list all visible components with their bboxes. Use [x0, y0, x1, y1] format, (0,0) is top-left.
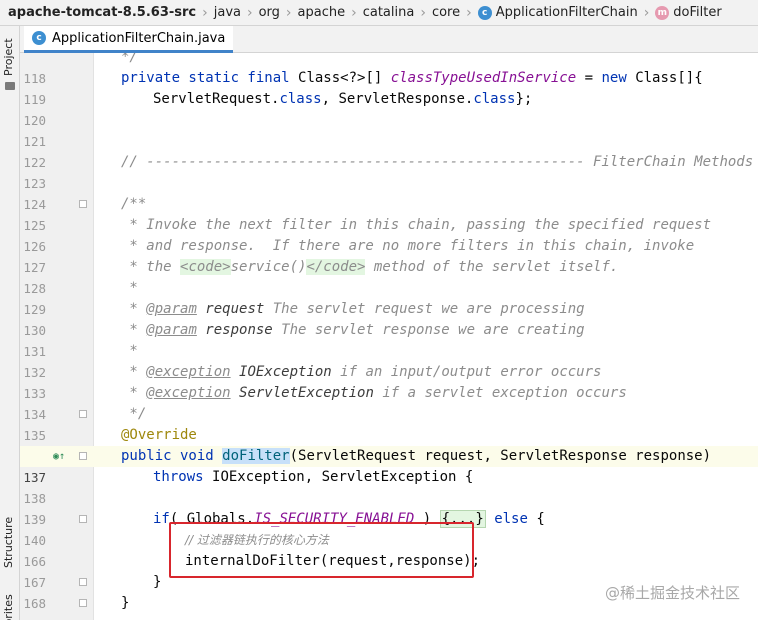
fold-toggle-icon[interactable] — [79, 410, 87, 418]
code-line: 123 // ---------------------------------… — [20, 152, 758, 191]
code-line: 124 — [20, 173, 758, 212]
fold-toggle-icon[interactable] — [79, 452, 87, 460]
folded-code-region[interactable]: {...} — [439, 510, 486, 528]
fold-toggle-icon[interactable] — [79, 599, 87, 607]
project-tool-button[interactable]: Project — [2, 38, 15, 76]
class-icon: c — [477, 5, 492, 20]
method-icon: m — [655, 5, 670, 20]
code-line: 121 — [20, 110, 758, 149]
code-line: 127 * and response. If there are no more… — [20, 236, 758, 275]
line-number: 169 — [20, 614, 46, 620]
code-line: 134 * @exception ServletException if a s… — [20, 383, 758, 422]
breadcrumb-item-method[interactable]: m doFilter — [655, 5, 722, 20]
code-line: 140 if( Globals.IS_SECURITY_ENABLED ) {.… — [20, 509, 758, 548]
code-line: 125 /** — [20, 194, 758, 233]
code-line: 166 // 过滤器链执行的核心方法 — [20, 530, 758, 569]
tool-window-stripe: Project Structure Favorites — [0, 26, 20, 620]
chevron-right-icon: › — [420, 4, 426, 21]
chevron-right-icon: › — [246, 4, 253, 21]
folder-icon — [5, 82, 15, 90]
code-line: 122 — [20, 131, 758, 170]
fold-toggle-icon[interactable] — [79, 200, 87, 208]
code-line: 135 */ — [20, 404, 758, 443]
code-line: 120 ServletRequest.class, ServletRespons… — [20, 89, 758, 128]
code-editor[interactable]: 118 */ 119 private static final Class<?>… — [20, 53, 758, 620]
code-line: 129 * — [20, 278, 758, 317]
breadcrumb-item-class[interactable]: c ApplicationFilterChain — [477, 5, 638, 20]
code-line: 136 @Override — [20, 425, 758, 464]
structure-tool-button[interactable]: Structure — [2, 517, 15, 568]
tab-application-filter-chain[interactable]: c ApplicationFilterChain.java — [24, 26, 234, 53]
fold-toggle-icon[interactable] — [79, 578, 87, 586]
code-line: 130 * @param request The servlet request… — [20, 299, 758, 338]
code-line: 167 internalDoFilter(request,response); — [20, 551, 758, 590]
code-line: 139 — [20, 488, 758, 527]
class-icon: c — [32, 31, 46, 45]
favorites-tool-button[interactable]: Favorites — [2, 594, 15, 620]
implements-method-icon[interactable]: ◉↑ — [53, 451, 65, 462]
breadcrumb-item-apache[interactable]: apache — [298, 5, 346, 20]
breadcrumb-item-project[interactable]: apache-tomcat-8.5.63-src — [8, 5, 196, 20]
code-line: 138 throws IOException, ServletException… — [20, 467, 758, 506]
breadcrumb-item-org[interactable]: org — [259, 5, 280, 20]
chevron-right-icon: › — [643, 4, 650, 21]
fold-toggle-icon[interactable] — [79, 515, 87, 523]
breadcrumb: apache-tomcat-8.5.63-src › java › org › … — [0, 0, 758, 26]
code-lines: 118 */ 119 private static final Class<?>… — [20, 53, 758, 620]
code-line: 119 private static final Class<?>[] clas… — [20, 68, 758, 107]
code-line: 133 * @exception IOException if an input… — [20, 362, 758, 401]
code-line: 131 * @param response The servlet respon… — [20, 320, 758, 359]
breadcrumb-item-core[interactable]: core — [432, 5, 460, 20]
breadcrumb-item-catalina[interactable]: catalina — [363, 5, 415, 20]
tab-label: ApplicationFilterChain.java — [52, 30, 226, 46]
chevron-right-icon: › — [351, 4, 357, 21]
code-line: 118 */ — [20, 53, 758, 86]
code-line: 126 * Invoke the next filter in this cha… — [20, 215, 758, 254]
watermark: @稀土掘金技术社区 — [604, 584, 740, 602]
chevron-right-icon: › — [285, 4, 292, 21]
code-line-current: 137 ◉↑ public void doFilter(ServletReque… — [20, 446, 758, 485]
chevron-right-icon: › — [466, 4, 472, 21]
breadcrumb-item-java[interactable]: java — [214, 5, 241, 20]
code-line: 132 * — [20, 341, 758, 380]
editor-tab-bar: c ApplicationFilterChain.java — [20, 26, 758, 53]
chevron-right-icon: › — [202, 4, 208, 21]
selected-method-name: doFilter — [222, 448, 290, 464]
code-line: 128 * the <code>service()</code> method … — [20, 257, 758, 296]
